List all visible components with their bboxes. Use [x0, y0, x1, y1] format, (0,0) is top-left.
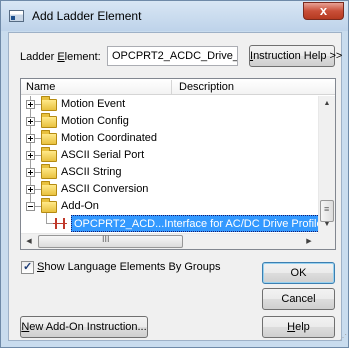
expand-icon[interactable] — [26, 168, 35, 177]
scroll-right-arrow-icon[interactable]: ▶ — [301, 234, 317, 250]
list-item-label: ASCII Serial Port — [61, 149, 145, 161]
list-item-label: ASCII Conversion — [61, 183, 149, 195]
help-button[interactable]: Help — [262, 316, 335, 338]
window-title: Add Ladder Element — [32, 9, 142, 23]
column-separator[interactable] — [171, 80, 172, 94]
list-item[interactable]: Motion Event — [21, 96, 318, 113]
vertical-scrollbar[interactable]: ▲ ▼ — [318, 96, 335, 233]
list-item-label: Motion Coordinated — [61, 132, 158, 144]
instruction-list[interactable]: Name Description Motion Event Motion Con… — [20, 78, 336, 250]
list-item[interactable]: ASCII String — [21, 164, 318, 181]
checkmark-icon: ✓ — [23, 261, 33, 273]
ok-button[interactable]: OK — [262, 262, 335, 284]
list-item-label: ASCII String — [61, 166, 122, 178]
close-button[interactable]: x — [303, 2, 344, 20]
list-item-label: Motion Event — [61, 98, 126, 110]
show-groups-checkbox[interactable]: ✓ — [21, 261, 34, 274]
window-app-icon — [9, 10, 24, 22]
folder-icon — [41, 130, 57, 145]
horizontal-scroll-thumb[interactable]: III — [38, 234, 183, 248]
add-on-instruction-icon — [53, 217, 67, 230]
list-item[interactable]: ASCII Serial Port — [21, 147, 318, 164]
folder-icon — [41, 113, 57, 128]
list-item[interactable]: Motion Config — [21, 113, 318, 130]
expand-icon[interactable] — [26, 185, 35, 194]
list-item[interactable]: Motion Coordinated — [21, 130, 318, 147]
list-header: Name Description — [21, 79, 335, 95]
scroll-left-arrow-icon[interactable]: ◀ — [21, 234, 37, 250]
add-ladder-element-dialog: Add Ladder Element x Ladder Element: OPC… — [0, 0, 349, 348]
folder-icon — [41, 164, 57, 179]
cancel-button[interactable]: Cancel — [262, 288, 335, 310]
list-item-label: Add-On — [61, 200, 99, 212]
selected-item-text: OPCPRT2_ACD...Interface for AC/DC Drive … — [71, 215, 318, 232]
ladder-element-label: Ladder Element: — [20, 51, 101, 63]
folder-icon — [41, 96, 57, 111]
list-item[interactable]: ASCII Conversion — [21, 181, 318, 198]
column-header-description[interactable]: Description — [179, 81, 234, 93]
horizontal-scrollbar[interactable]: ◀ III ▶ — [21, 233, 318, 249]
expand-icon[interactable] — [26, 100, 35, 109]
dialog-body: Ladder Element: OPCPRT2_ACDC_Drive_P Ins… — [8, 32, 347, 342]
expand-icon[interactable] — [26, 134, 35, 143]
list-item[interactable]: Add-On — [21, 198, 318, 215]
folder-icon — [41, 147, 57, 162]
show-groups-label[interactable]: Show Language Elements By Groups — [37, 261, 220, 273]
scroll-down-arrow-icon[interactable]: ▼ — [319, 217, 335, 233]
resize-grip-icon[interactable]: ⋰ — [339, 333, 349, 342]
instruction-help-button[interactable]: Instruction Help >> — [249, 45, 342, 67]
list-item-label: Motion Config — [61, 115, 129, 127]
collapse-icon[interactable] — [26, 202, 35, 211]
expand-icon[interactable] — [26, 151, 35, 160]
ladder-element-field[interactable]: OPCPRT2_ACDC_Drive_P — [107, 46, 238, 66]
folder-icon — [41, 198, 57, 213]
folder-icon — [41, 181, 57, 196]
new-add-on-instruction-button[interactable]: New Add-On Instruction... — [20, 316, 148, 338]
scroll-grip: III — [102, 234, 110, 244]
expand-icon[interactable] — [26, 117, 35, 126]
column-header-name[interactable]: Name — [26, 81, 55, 93]
title-bar: Add Ladder Element x — [1, 1, 348, 31]
list-rows: Motion Event Motion Config Motion Coordi… — [21, 96, 318, 233]
scrollbar-corner — [318, 233, 335, 249]
scroll-up-arrow-icon[interactable]: ▲ — [319, 96, 335, 112]
